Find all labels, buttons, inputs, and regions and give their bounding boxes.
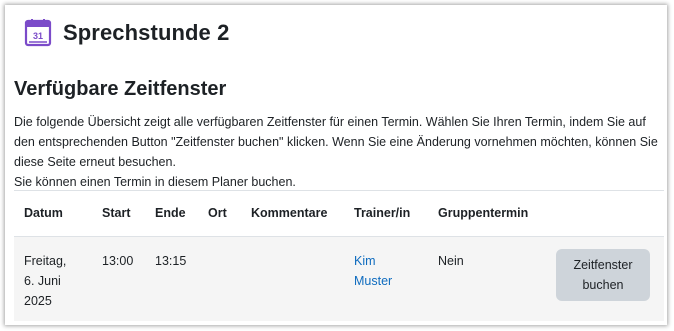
date-weekday: Freitag, [24, 254, 67, 268]
intro-paragraph: Die folgende Übersicht zeigt alle verfüg… [14, 115, 658, 169]
cell-start: 13:00 [92, 236, 145, 321]
cell-date: Freitag, 6. Juni 2025 [14, 236, 92, 321]
book-button-label-line1: Zeitfenster [573, 258, 633, 272]
date-year: 2025 [24, 294, 52, 308]
page-frame: 31 Sprechstunde 2 Verfügbare Zeitfenster… [5, 5, 667, 325]
header-kommentare: Kommentare [241, 190, 344, 237]
cell-location [198, 236, 241, 321]
header-ende: Ende [145, 190, 198, 237]
trainer-link[interactable]: Kim Muster [354, 254, 392, 288]
slots-table: Datum Start Ende Ort Kommentare Trainer/… [14, 190, 664, 321]
cell-action: Zeitfenster buchen [546, 236, 664, 321]
intro-text: Die folgende Übersicht zeigt alle verfüg… [14, 112, 664, 192]
cell-comments [241, 236, 344, 321]
page-title: Sprechstunde 2 [63, 20, 230, 45]
table-row: Freitag, 6. Juni 2025 13:00 13:15 Kim Mu… [14, 236, 664, 321]
cell-end: 13:15 [145, 236, 198, 321]
header-action [546, 190, 664, 237]
calendar-icon: 31 [24, 19, 52, 47]
intro-booking-note: Sie können einen Termin in diesem Planer… [14, 175, 296, 189]
header-start: Start [92, 190, 145, 237]
page-header: 31 Sprechstunde 2 [23, 18, 229, 48]
trainer-first-name: Kim [354, 254, 376, 268]
header-trainer: Trainer/in [344, 190, 428, 237]
header-gruppentermin: Gruppentermin [428, 190, 546, 237]
table-header-row: Datum Start Ende Ort Kommentare Trainer/… [14, 190, 664, 237]
cell-group: Nein [428, 236, 546, 321]
trainer-last-name: Muster [354, 274, 393, 288]
slots-table-wrapper: Datum Start Ende Ort Kommentare Trainer/… [14, 190, 664, 321]
section-title: Verfügbare Zeitfenster [14, 78, 227, 100]
book-button-label-line2: buchen [582, 278, 624, 292]
header-datum: Datum [14, 190, 92, 237]
header-ort: Ort [198, 190, 241, 237]
date-day-month: 6. Juni [24, 274, 61, 288]
calendar-icon-number: 31 [33, 31, 43, 41]
book-slot-button[interactable]: Zeitfenster buchen [556, 249, 650, 301]
cell-trainer: Kim Muster [344, 236, 428, 321]
